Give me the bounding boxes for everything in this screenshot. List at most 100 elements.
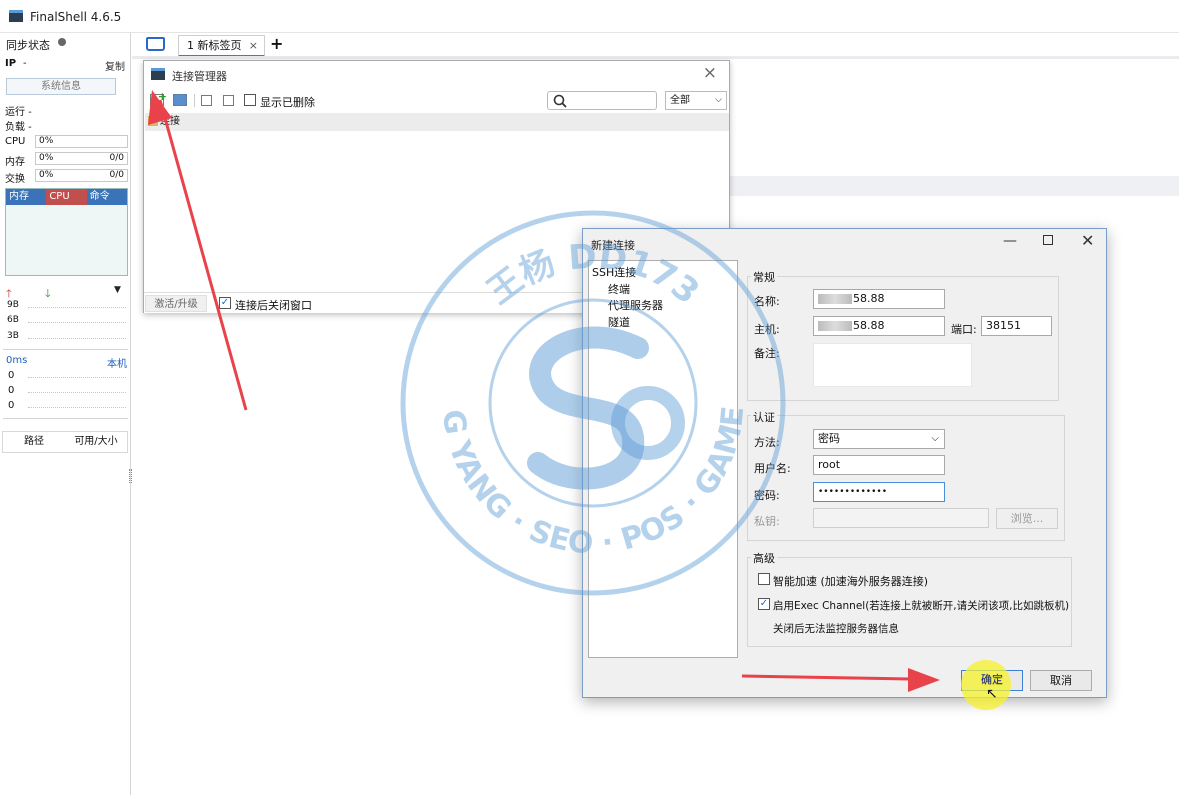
add-tab-icon[interactable]: + (270, 34, 283, 53)
new-connection-icon[interactable]: + (150, 90, 167, 106)
username-field[interactable]: root (813, 455, 945, 475)
chevron-down-icon: ⌵ (931, 433, 939, 444)
grid-line (28, 377, 126, 378)
new-folder-icon[interactable] (173, 94, 187, 106)
grid-line (28, 307, 126, 308)
tree-item-ssh[interactable]: SSH连接 (592, 264, 636, 280)
uptime-label: 运行 - (5, 107, 32, 118)
load-label: 负载 - (5, 122, 32, 133)
divider (3, 418, 128, 419)
tree-item-terminal[interactable]: 终端 (608, 281, 630, 297)
mem-ratio: 0/0 (109, 153, 124, 163)
tree-item-proxy[interactable]: 代理服务器 (608, 297, 663, 313)
mem-value: 0% (39, 153, 54, 163)
filter-select[interactable]: 全部 ⌵ (665, 91, 727, 110)
private-key-field[interactable] (813, 508, 989, 528)
tab-label: 1 新标签页 (187, 39, 242, 52)
mem-label: 内存 (5, 157, 25, 168)
exec-channel-label: 启用Exec Channel(若连接上就被断开,请关闭该项,比如跳板机) (773, 600, 1070, 612)
dialog-title: 连接管理器 (172, 70, 227, 83)
name-field[interactable]: 58.88 (813, 289, 945, 309)
private-key-label: 私钥: (754, 515, 780, 528)
system-info-button[interactable]: 系统信息 (6, 78, 116, 95)
filter-value: 全部 (670, 95, 690, 106)
search-icon (553, 94, 567, 108)
connection-list-header: 连接 (145, 113, 729, 131)
latency-row: 0 (8, 385, 15, 396)
port-field[interactable]: 38151 (981, 316, 1052, 336)
activate-upgrade-button[interactable]: 激活/升级 (145, 295, 207, 312)
smart-accel-label: 智能加速 (加速海外服务器连接) (773, 575, 929, 588)
graph-tab-mem[interactable]: 内存 (6, 189, 47, 205)
collapse-all-icon[interactable] (201, 95, 212, 106)
divider (3, 349, 128, 350)
smart-accel-checkbox[interactable] (758, 573, 770, 585)
app-title: FinalShell 4.6.5 (30, 10, 122, 24)
cancel-button[interactable]: 取消 (1030, 670, 1092, 691)
grid-line (28, 322, 126, 323)
new-connection-dialog: 新建连接 — ✕ SSH连接 终端 代理服务器 隧道 常规 名称: 58.88 … (582, 228, 1107, 698)
redacted-block (818, 294, 852, 304)
download-arrow-icon: 🡓 (45, 287, 51, 300)
latency-row: 0 (8, 370, 15, 381)
copy-ip-button[interactable]: 复制 (105, 58, 125, 73)
cpu-bar: 0% (35, 135, 128, 148)
host-value: 58.88 (853, 319, 885, 332)
show-deleted-checkbox[interactable] (244, 94, 256, 106)
browse-button[interactable]: 浏览... (996, 508, 1058, 529)
sidebar: 同步状态 IP - 复制 系统信息 运行 - 负载 - CPU 0% 内存 0%… (0, 33, 132, 795)
search-input[interactable] (547, 91, 657, 110)
size-column-header[interactable]: 可用/大小 (65, 432, 127, 452)
latency-row: 0 (8, 400, 15, 411)
note-label: 备注: (754, 347, 780, 360)
password-field[interactable]: ••••••••••••• (813, 482, 945, 502)
swap-label: 交换 (5, 174, 25, 185)
expand-all-icon[interactable] (223, 95, 234, 106)
mouse-cursor-icon: ↖ (986, 686, 998, 702)
folder-icon (148, 116, 158, 126)
swap-value: 0% (39, 170, 54, 180)
sync-status-label: 同步状态 (6, 39, 50, 52)
tab-content-border (132, 56, 1179, 59)
close-after-connect-checkbox[interactable]: ✓ (219, 297, 231, 309)
splitter-handle[interactable] (129, 469, 132, 483)
exec-channel-checkbox[interactable]: ✓ (758, 598, 770, 610)
graph-tab-cpu[interactable]: CPU (46, 189, 87, 205)
folder-open-icon[interactable] (146, 37, 165, 51)
show-deleted-label: 显示已删除 (260, 96, 315, 109)
net-dropdown-icon[interactable]: ▼ (114, 285, 121, 295)
minimize-icon[interactable]: — (1003, 233, 1017, 249)
disk-table-header: 路径 可用/大小 (2, 431, 128, 453)
swap-bar: 0% 0/0 (35, 169, 128, 182)
grid-line (28, 392, 126, 393)
chevron-down-icon: ⌵ (715, 95, 722, 105)
host-field[interactable]: 58.88 (813, 316, 945, 336)
net-scale-3b: 3B (7, 331, 19, 341)
background-band (728, 176, 1179, 196)
path-column-header[interactable]: 路径 (3, 432, 65, 452)
auth-method-select[interactable]: 密码 ⌵ (813, 429, 945, 449)
local-label: 本机 (107, 359, 127, 370)
maximize-icon[interactable] (1043, 235, 1053, 245)
net-scale-6b: 6B (7, 315, 19, 325)
method-value: 密码 (818, 432, 840, 445)
graph-tab-cmd[interactable]: 命令 (86, 189, 127, 205)
net-scale-9b: 9B (7, 300, 19, 310)
grid-line (28, 407, 126, 408)
toolbar-separator (194, 94, 195, 107)
name-label: 名称: (754, 295, 780, 308)
tab-bar (132, 33, 1179, 57)
username-label: 用户名: (754, 462, 791, 475)
note-field[interactable] (813, 343, 972, 387)
sync-status-dot (58, 38, 66, 46)
mem-bar: 0% 0/0 (35, 152, 128, 165)
ip-value: - (23, 58, 27, 69)
title-bar (0, 0, 1179, 33)
swap-ratio: 0/0 (109, 170, 124, 180)
tab-close-icon[interactable]: × (249, 36, 258, 56)
close-icon[interactable]: × (703, 63, 717, 83)
tree-item-tunnel[interactable]: 隧道 (608, 314, 630, 330)
tab-new-tab[interactable]: 1 新标签页 × (178, 35, 265, 57)
redacted-block (818, 321, 852, 331)
close-icon[interactable]: ✕ (1081, 231, 1094, 250)
